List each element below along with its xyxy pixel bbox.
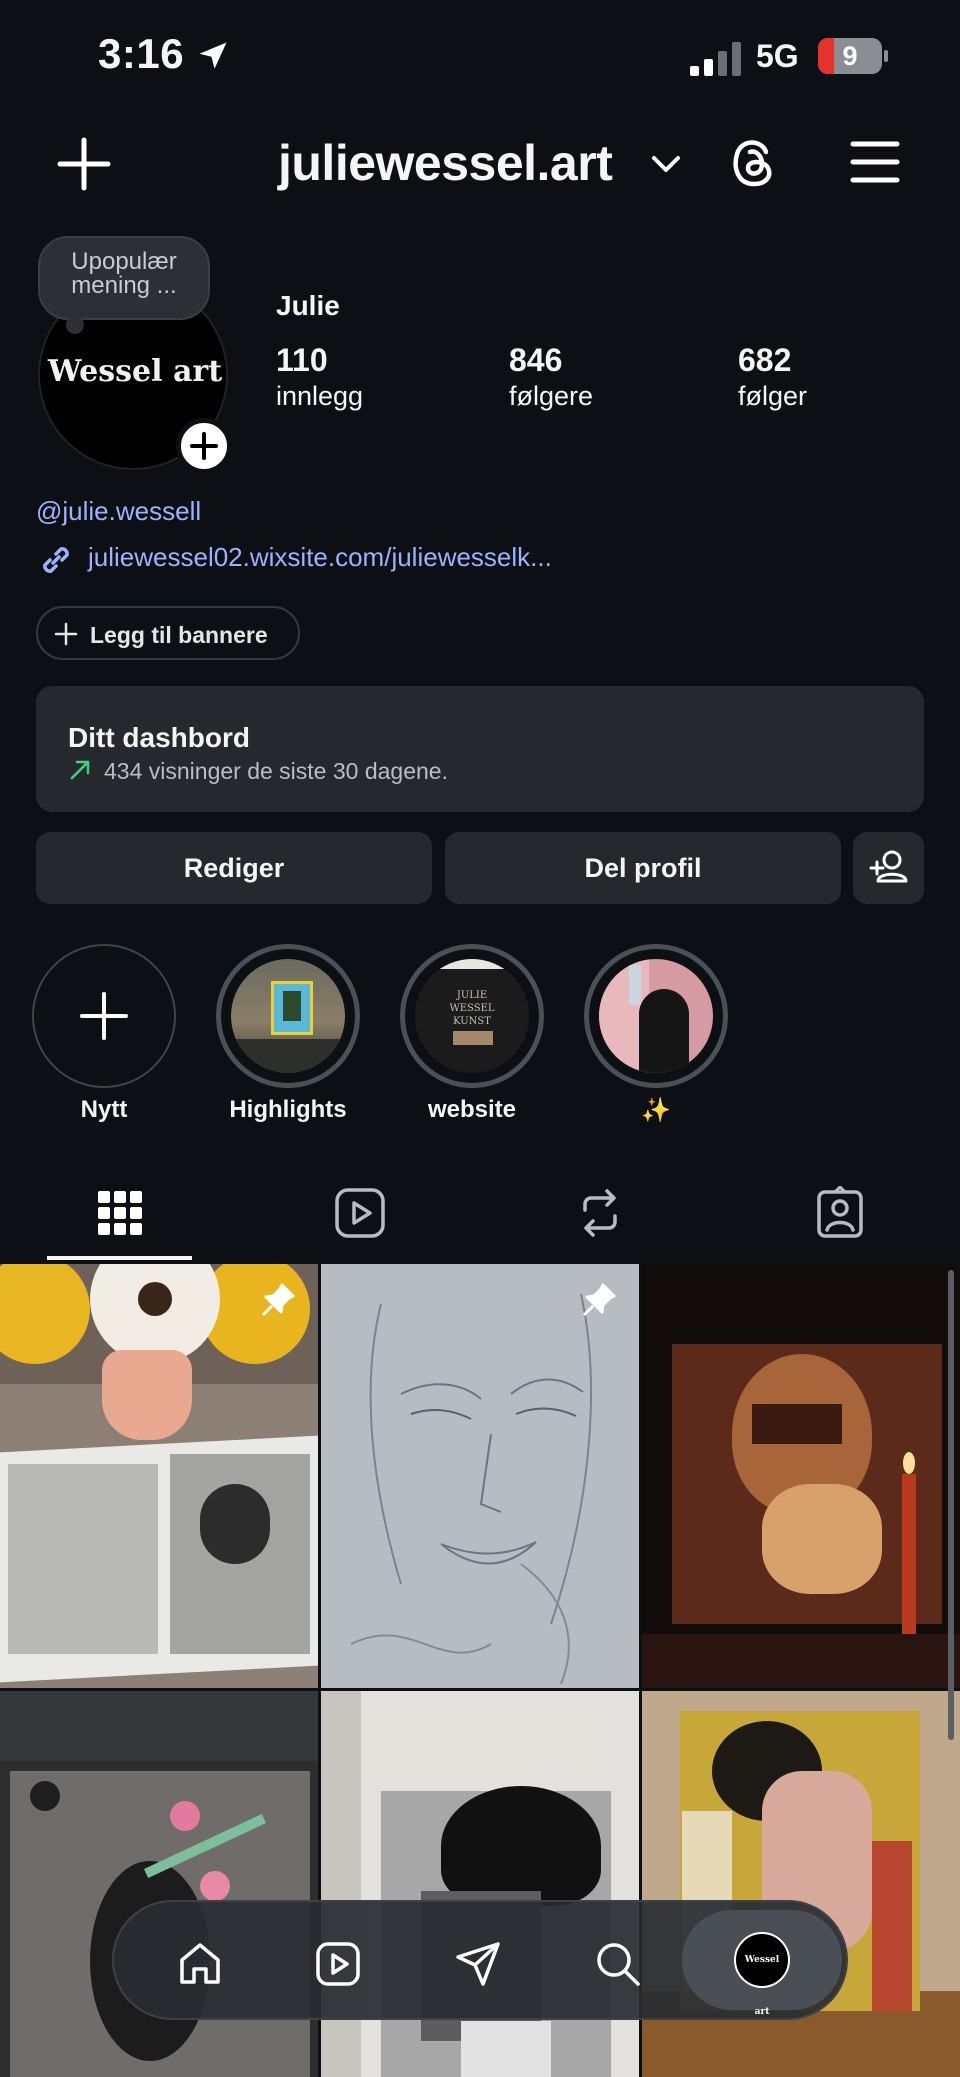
stat-followers[interactable]: 846 følgere: [509, 342, 593, 412]
stat-value: 846: [509, 342, 563, 378]
stat-label: følger: [738, 381, 808, 411]
highlight-ring: [32, 944, 176, 1088]
sketch-drawing: [350, 1293, 592, 1685]
link-icon: [43, 547, 69, 573]
pinned-icon: [261, 1283, 295, 1317]
profile-page: 3:16 5G 9 juliewessel.art Wessel art Upo…: [0, 0, 960, 2077]
battery-icon: 9: [818, 38, 888, 74]
post-thumbnail[interactable]: [321, 1264, 639, 1688]
threads-icon[interactable]: [728, 132, 778, 190]
reposts-icon[interactable]: [573, 1186, 627, 1240]
plus-icon: [54, 622, 78, 646]
location-arrow-icon: [199, 42, 227, 69]
highlight-label: Nytt: [80, 1096, 128, 1123]
dashboard-title: Ditt dashbord: [68, 722, 250, 753]
create-plus-icon[interactable]: [56, 136, 112, 192]
edit-profile-button[interactable]: Rediger: [36, 832, 432, 904]
discover-people-button[interactable]: [853, 832, 924, 904]
plus-icon: [80, 992, 128, 1040]
stat-following[interactable]: 682 følger: [738, 342, 807, 412]
highlight-label: website: [427, 1096, 517, 1123]
dashboard-views: 434 visninger de siste 30 dagene.: [104, 758, 448, 784]
stat-value: 110: [276, 342, 328, 378]
add-banner-button[interactable]: Legg til bannere: [36, 606, 300, 660]
website-link-text: juliewessel02.wixsite.com/juliewesselk..…: [88, 542, 552, 572]
avatar-logo-text: Wessel art: [47, 354, 223, 389]
stat-label: følgere: [509, 381, 594, 411]
stat-value: 682: [738, 342, 792, 378]
professional-dashboard[interactable]: Ditt dashbord 434 visninger de siste 30 …: [36, 686, 924, 812]
reels-icon[interactable]: [314, 1940, 362, 1988]
highlight-thumbnail: JULIE WESSEL KUNST: [415, 959, 529, 1073]
add-person-icon: [869, 850, 908, 883]
scrollbar[interactable]: [948, 1270, 954, 1740]
account-username[interactable]: juliewessel.art: [278, 134, 613, 192]
network-type: 5G: [756, 38, 799, 74]
stat-posts[interactable]: 110 innlegg: [276, 342, 363, 412]
highlight-thumbnail: [599, 959, 713, 1073]
plus-icon: [190, 432, 218, 460]
tagged-icon[interactable]: [813, 1186, 867, 1240]
battery-level: 9: [842, 41, 858, 71]
home-icon[interactable]: [176, 1940, 224, 1988]
add-banner-label: Legg til bannere: [90, 622, 268, 648]
highlight-label: ✨: [641, 1097, 671, 1124]
website-link[interactable]: juliewessel02.wixsite.com/juliewesselk..…: [36, 538, 936, 578]
note-bubble-tail: [66, 316, 84, 334]
hamburger-menu-icon[interactable]: [850, 140, 900, 184]
note-bubble[interactable]: Upopulær mening ...: [38, 236, 210, 320]
status-time: 3:16: [98, 30, 185, 77]
threads-handle-link[interactable]: @julie.wessell: [36, 496, 201, 527]
highlight-thumbnail: [231, 959, 345, 1073]
direct-messages-icon[interactable]: [454, 1940, 502, 1988]
highlight-ring: [584, 944, 728, 1088]
trend-up-arrow-icon: [70, 760, 90, 780]
status-bar: 3:16 5G 9: [0, 0, 960, 110]
active-tab-indicator: [47, 1256, 192, 1260]
search-icon[interactable]: [594, 1940, 642, 1988]
stat-label: innlegg: [276, 381, 364, 411]
signal-icon: [690, 42, 741, 76]
highlight-ring: [216, 944, 360, 1088]
chevron-down-icon[interactable]: [650, 150, 682, 178]
reels-icon[interactable]: [333, 1186, 387, 1240]
grid-icon[interactable]: [93, 1186, 147, 1240]
pinned-icon: [582, 1283, 616, 1317]
post-thumbnail[interactable]: [0, 1264, 318, 1688]
display-name: Julie: [276, 290, 340, 321]
highlight-thumb-text: JULIE WESSEL KUNST: [449, 990, 495, 1027]
bottom-navigation: Wessel art: [112, 1900, 848, 2020]
post-thumbnail[interactable]: [642, 1264, 960, 1688]
highlight-label: Highlights: [229, 1096, 347, 1123]
share-profile-button[interactable]: Del profil: [445, 832, 841, 904]
highlight-ring: JULIE WESSEL KUNST: [400, 944, 544, 1088]
nav-profile-button[interactable]: Wessel art: [682, 1910, 842, 2017]
add-story-button[interactable]: [176, 418, 232, 474]
nav-avatar: Wessel art: [734, 1932, 790, 2017]
